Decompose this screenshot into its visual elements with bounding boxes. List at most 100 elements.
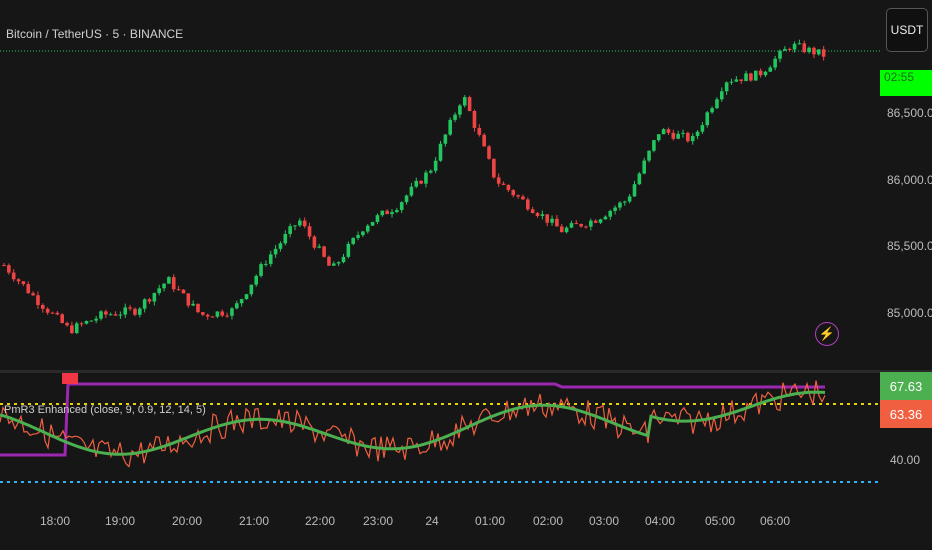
candle bbox=[530, 209, 535, 214]
candle bbox=[332, 263, 336, 266]
candle bbox=[210, 316, 215, 318]
candle bbox=[666, 129, 671, 133]
candle bbox=[375, 215, 380, 222]
time-label: 19:00 bbox=[104, 514, 136, 528]
candle bbox=[128, 307, 132, 309]
candle bbox=[506, 184, 511, 191]
candle bbox=[322, 246, 326, 257]
candle bbox=[26, 284, 31, 294]
candle bbox=[380, 210, 385, 216]
candle bbox=[676, 133, 680, 139]
candle bbox=[462, 97, 467, 106]
candle bbox=[31, 293, 35, 296]
candle bbox=[637, 173, 642, 185]
candle bbox=[661, 129, 666, 135]
pane-divider[interactable] bbox=[0, 370, 932, 373]
time-label: 02:00 bbox=[532, 514, 564, 528]
candle bbox=[496, 177, 501, 184]
time-label: 06:00 bbox=[759, 514, 791, 528]
candle bbox=[298, 220, 302, 226]
candle bbox=[45, 308, 50, 313]
candle bbox=[162, 283, 166, 289]
lightning-icon[interactable]: ⚡ bbox=[815, 322, 839, 346]
candle bbox=[433, 160, 438, 171]
price-label: 85,000.00 bbox=[887, 306, 932, 320]
candle bbox=[443, 134, 448, 144]
candle bbox=[429, 170, 433, 173]
candle bbox=[487, 146, 491, 159]
candle bbox=[647, 150, 651, 161]
candle bbox=[715, 99, 719, 109]
chart-canvas[interactable] bbox=[0, 0, 932, 550]
candle bbox=[511, 190, 516, 196]
price-label: 86,000.00 bbox=[887, 173, 932, 187]
candle bbox=[686, 132, 690, 142]
candle bbox=[501, 183, 506, 185]
candle bbox=[758, 70, 763, 76]
candle bbox=[138, 308, 142, 315]
candle bbox=[453, 114, 457, 120]
candle bbox=[768, 67, 773, 72]
candle bbox=[593, 220, 598, 223]
currency-button[interactable]: USDT bbox=[886, 8, 928, 52]
candle bbox=[802, 43, 807, 53]
indicator-label[interactable]: PmR3 Enhanced (close, 9, 0.9, 12, 14, 5) bbox=[4, 404, 206, 416]
candle bbox=[293, 225, 297, 227]
candle bbox=[399, 202, 404, 211]
candle bbox=[16, 279, 21, 282]
candle bbox=[55, 312, 60, 315]
candle bbox=[419, 180, 423, 184]
candle bbox=[564, 227, 569, 233]
candle bbox=[613, 207, 617, 211]
symbol-title: Bitcoin / TetherUS · 5 · BINANCE bbox=[6, 27, 184, 41]
candle bbox=[763, 71, 768, 76]
candle bbox=[239, 299, 244, 304]
candle bbox=[351, 237, 355, 244]
candle bbox=[627, 196, 632, 202]
candle bbox=[729, 81, 734, 83]
candle bbox=[249, 284, 254, 295]
candle bbox=[288, 226, 292, 234]
candle bbox=[589, 220, 593, 227]
candle bbox=[783, 48, 787, 51]
candle bbox=[70, 325, 74, 334]
candle bbox=[7, 265, 11, 273]
time-label: 20:00 bbox=[171, 514, 203, 528]
candle bbox=[448, 119, 452, 135]
candle bbox=[36, 295, 40, 305]
candle bbox=[74, 323, 79, 334]
candle bbox=[104, 311, 108, 315]
candle bbox=[395, 210, 399, 213]
candle bbox=[821, 49, 826, 57]
candle bbox=[690, 135, 695, 142]
candle bbox=[191, 303, 195, 306]
candle bbox=[205, 314, 210, 317]
candle bbox=[472, 110, 477, 128]
bar-countdown: 02:55 bbox=[880, 70, 932, 96]
candle bbox=[521, 196, 525, 200]
candle bbox=[608, 210, 613, 217]
candle bbox=[414, 180, 419, 187]
candle bbox=[753, 70, 758, 81]
candle bbox=[215, 311, 220, 317]
candle bbox=[147, 299, 152, 302]
candle bbox=[89, 320, 94, 322]
candle bbox=[259, 264, 263, 276]
candle bbox=[244, 294, 249, 300]
signal-marker bbox=[62, 372, 78, 384]
candle bbox=[632, 184, 637, 197]
candle bbox=[695, 131, 700, 136]
signal-line bbox=[0, 390, 826, 456]
candle bbox=[157, 288, 161, 293]
candle bbox=[710, 108, 714, 113]
candle bbox=[555, 218, 559, 227]
candle bbox=[273, 248, 278, 255]
candle bbox=[550, 218, 554, 223]
time-label: 23:00 bbox=[362, 514, 394, 528]
candle bbox=[749, 73, 753, 81]
candle bbox=[142, 299, 147, 309]
candle bbox=[618, 202, 622, 208]
candle bbox=[133, 308, 137, 315]
candle bbox=[341, 256, 346, 263]
candle bbox=[603, 216, 608, 220]
